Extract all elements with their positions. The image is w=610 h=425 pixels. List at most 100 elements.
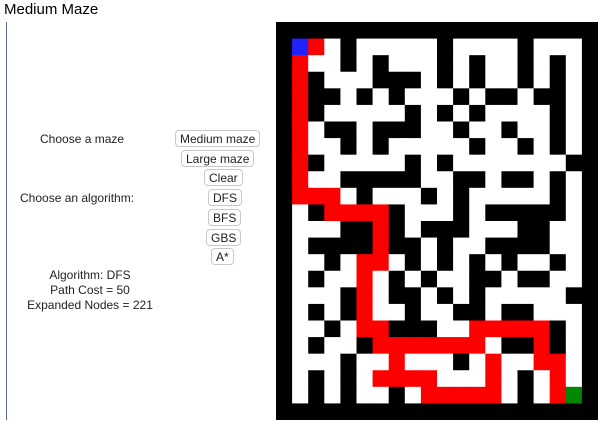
maze-wall-cell — [517, 171, 535, 189]
maze-path-cell — [388, 337, 406, 355]
maze-open-cell — [485, 138, 502, 156]
maze-open-cell — [340, 270, 358, 288]
maze-wall-cell — [324, 22, 341, 40]
maze-wall-cell — [356, 403, 374, 420]
medium-maze-button[interactable]: Medium maze — [175, 130, 261, 147]
maze-wall-cell — [469, 104, 486, 123]
bfs-button[interactable]: BFS — [208, 209, 242, 226]
choose-algorithm-label: Choose an algorithm: — [20, 191, 135, 205]
maze-open-cell — [533, 104, 551, 123]
maze-wall-cell — [581, 104, 598, 123]
maze-path-cell — [453, 386, 470, 405]
large-maze-button[interactable]: Large maze — [181, 150, 255, 167]
maze-wall-cell — [581, 237, 598, 255]
maze-open-cell — [372, 154, 390, 172]
maze-wall-cell — [453, 204, 470, 222]
maze-wall-cell — [356, 187, 374, 206]
gbs-button[interactable]: GBS — [206, 229, 242, 246]
maze-open-cell — [485, 337, 502, 355]
maze-open-cell — [501, 270, 519, 288]
maze-wall-cell — [340, 386, 358, 405]
maze-wall-cell — [581, 337, 598, 355]
maze-open-cell — [388, 303, 406, 322]
maze-open-cell — [404, 386, 422, 405]
maze-path-cell — [388, 370, 406, 388]
maze-open-cell — [340, 154, 358, 172]
maze-wall-cell — [485, 204, 502, 222]
maze-open-cell — [453, 104, 470, 123]
maze-wall-cell — [453, 403, 470, 420]
maze-wall-cell — [469, 254, 486, 272]
maze-wall-cell — [453, 303, 470, 322]
maze-open-cell — [340, 71, 358, 89]
maze-path-cell — [356, 270, 374, 288]
maze-path-cell — [356, 254, 374, 272]
maze-wall-cell — [340, 22, 358, 40]
maze-open-cell — [372, 104, 390, 123]
maze-path-cell — [292, 154, 309, 172]
maze-path-cell — [517, 320, 535, 338]
maze-wall-cell — [517, 303, 535, 322]
clear-button[interactable]: Clear — [204, 169, 243, 186]
maze-path-cell — [485, 370, 502, 388]
maze-wall-cell — [501, 337, 519, 355]
maze-open-cell — [453, 38, 470, 56]
maze-path-cell — [469, 320, 486, 338]
maze-wall-cell — [276, 320, 293, 338]
maze-open-cell — [356, 138, 374, 156]
maze-wall-cell — [372, 138, 390, 156]
maze-open-cell — [453, 320, 470, 338]
maze-path-cell — [292, 88, 309, 106]
maze-wall-cell — [469, 22, 486, 40]
dfs-button[interactable]: DFS — [208, 189, 242, 206]
maze-open-cell — [404, 38, 422, 56]
maze-open-cell — [292, 204, 309, 222]
maze-open-cell — [324, 221, 341, 239]
path-cost-result: Path Cost = 50 — [50, 283, 130, 297]
maze-open-cell — [437, 138, 454, 156]
maze-wall-cell — [581, 320, 598, 338]
maze-wall-cell — [308, 270, 325, 288]
maze-wall-cell — [340, 287, 358, 305]
maze-start-cell — [292, 38, 309, 56]
maze-open-cell — [340, 337, 358, 355]
astar-button[interactable]: A* — [211, 248, 234, 265]
maze-wall-cell — [308, 204, 325, 222]
maze-open-cell — [533, 386, 551, 405]
maze-path-cell — [533, 337, 551, 355]
maze-open-cell — [404, 221, 422, 239]
maze-open-cell — [404, 88, 422, 106]
maze-open-cell — [469, 204, 486, 222]
maze-path-cell — [356, 320, 374, 338]
maze-open-cell — [565, 270, 583, 288]
maze-wall-cell — [581, 38, 598, 56]
maze-wall-cell — [517, 38, 535, 56]
maze-open-cell — [292, 287, 309, 305]
maze-open-cell — [420, 303, 438, 322]
maze-open-cell — [437, 270, 454, 288]
maze-path-cell — [533, 353, 551, 371]
maze-open-cell — [324, 287, 341, 305]
maze-path-cell — [437, 337, 454, 355]
maze-open-cell — [324, 71, 341, 89]
maze-open-cell — [517, 187, 535, 206]
maze-path-cell — [308, 38, 325, 56]
maze-open-cell — [501, 71, 519, 89]
maze-wall-cell — [388, 403, 406, 420]
maze-open-cell — [533, 303, 551, 322]
maze-wall-cell — [453, 121, 470, 139]
maze-wall-cell — [420, 187, 438, 206]
maze-wall-cell — [453, 353, 470, 371]
maze-wall-cell — [324, 88, 341, 106]
maze-wall-cell — [485, 88, 502, 106]
maze-wall-cell — [437, 237, 454, 255]
maze-wall-cell — [533, 88, 551, 106]
maze-wall-cell — [565, 154, 583, 172]
maze-path-cell — [469, 386, 486, 405]
maze-wall-cell — [453, 221, 470, 239]
maze-wall-cell — [356, 171, 374, 189]
maze-open-cell — [420, 254, 438, 272]
maze-open-cell — [324, 154, 341, 172]
maze-wall-cell — [581, 254, 598, 272]
maze-path-cell — [372, 337, 390, 355]
